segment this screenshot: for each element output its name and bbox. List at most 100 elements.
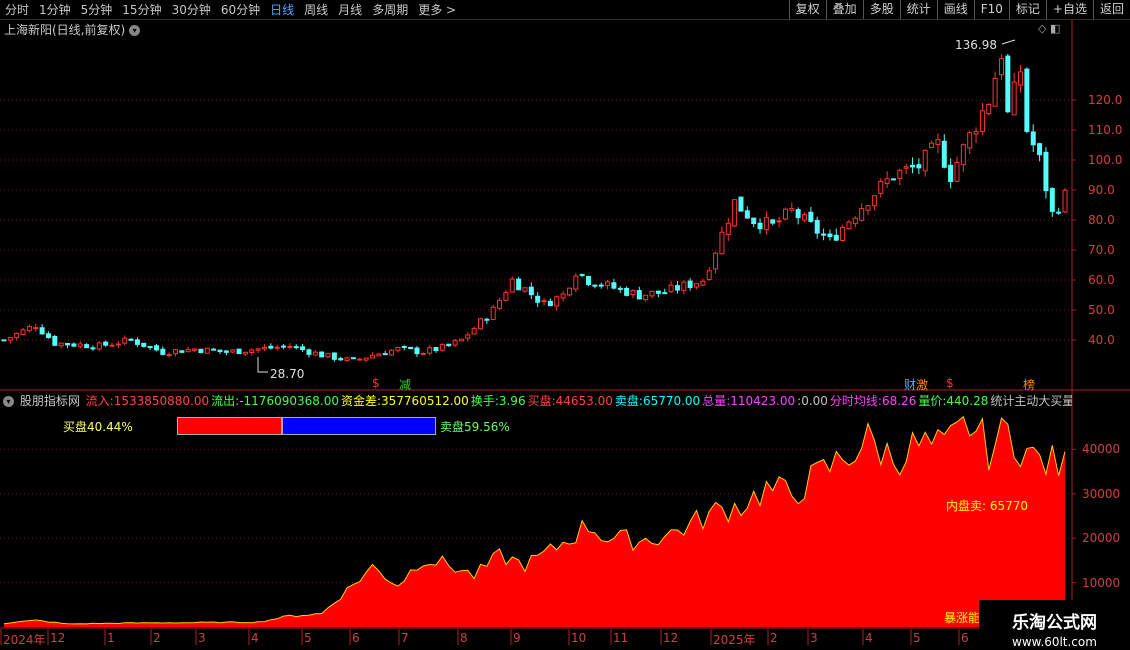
sell-ratio-bar bbox=[282, 417, 436, 435]
candle-body bbox=[458, 338, 464, 342]
candle-body bbox=[776, 220, 782, 223]
chevron-down-icon[interactable]: ▾ bbox=[3, 396, 14, 407]
candle-body bbox=[52, 335, 58, 346]
indicator-field-value: 65770.00 bbox=[642, 394, 701, 407]
date-tick-label: 2 bbox=[153, 631, 161, 645]
indicator-field-label: 买盘: bbox=[527, 394, 556, 407]
candle-body bbox=[1043, 151, 1049, 192]
candle-body bbox=[1018, 71, 1024, 86]
site-watermark: 乐淘公式网 www.60lt.com bbox=[979, 600, 1130, 650]
indicator-field-label: 总量: bbox=[702, 394, 731, 407]
candle-body bbox=[1005, 55, 1011, 113]
candle-body bbox=[204, 347, 210, 354]
candle-body bbox=[179, 350, 185, 353]
event-marker[interactable]: 财 bbox=[904, 376, 916, 393]
candle-body bbox=[859, 207, 865, 221]
candle-body bbox=[115, 343, 121, 346]
candle-body bbox=[833, 234, 839, 241]
candle-body bbox=[249, 349, 255, 354]
candle-body bbox=[446, 343, 452, 347]
candle-body bbox=[655, 290, 661, 294]
candle-body bbox=[84, 344, 90, 349]
candle-body bbox=[147, 346, 153, 349]
candle-body bbox=[700, 280, 706, 286]
indicator-field-value: 3.96 bbox=[498, 394, 526, 407]
price-tick-label: 80.0 bbox=[1088, 213, 1115, 227]
indicator-field-label: 统计主动大买量: bbox=[990, 394, 1072, 407]
candle-body bbox=[401, 345, 407, 348]
candle-body bbox=[26, 326, 32, 332]
event-marker[interactable]: 榜 bbox=[1023, 376, 1035, 393]
candle-body bbox=[674, 285, 680, 291]
indicator-field-value: 44653.00 bbox=[555, 394, 613, 407]
candle-body bbox=[910, 164, 916, 168]
event-marker[interactable]: 减 bbox=[399, 376, 411, 393]
event-marker[interactable]: $ bbox=[946, 376, 954, 390]
candle-body bbox=[586, 275, 592, 286]
price-tick-label: 60.0 bbox=[1088, 273, 1115, 287]
candle-body bbox=[1049, 188, 1055, 212]
candle-body bbox=[948, 164, 954, 183]
price-tick-label: 90.0 bbox=[1088, 183, 1115, 197]
volume-tick-label: 40000 bbox=[1082, 442, 1121, 457]
candle-body bbox=[39, 327, 45, 335]
candle-body bbox=[312, 351, 318, 356]
candle-body bbox=[890, 178, 896, 181]
candle-body bbox=[725, 222, 731, 236]
event-marker[interactable]: 激 bbox=[916, 376, 928, 393]
candle-body bbox=[522, 287, 528, 292]
candle-body bbox=[58, 342, 64, 347]
candle-body bbox=[331, 352, 337, 360]
candle-body bbox=[789, 207, 795, 211]
indicator-field-value: 1533850880.00 bbox=[113, 394, 210, 407]
candle-body bbox=[827, 233, 833, 238]
indicator-field-label: 流出: bbox=[211, 394, 240, 407]
volume-tick-label: 30000 bbox=[1082, 486, 1121, 501]
candle-body bbox=[922, 149, 928, 172]
date-tick-label: 5 bbox=[304, 631, 312, 645]
indicator-field-label: 量价: bbox=[918, 394, 947, 407]
date-tick-label: 2 bbox=[770, 631, 778, 645]
candle-body bbox=[223, 350, 229, 353]
price-tick-label: 100.0 bbox=[1088, 153, 1123, 167]
indicator-name[interactable]: 股朋指标网 bbox=[20, 394, 80, 407]
candle-body bbox=[45, 333, 51, 339]
candle-body bbox=[1062, 189, 1068, 213]
candle-body bbox=[630, 289, 636, 296]
candle-body bbox=[141, 342, 147, 347]
candle-body bbox=[497, 299, 503, 309]
volume-tick-label: 10000 bbox=[1082, 575, 1121, 590]
candle-body bbox=[897, 169, 903, 179]
candle-body bbox=[71, 343, 77, 347]
candle-body bbox=[541, 300, 547, 303]
candle-body bbox=[941, 140, 947, 168]
candle-body bbox=[433, 347, 439, 351]
buy-ratio-label: 买盘40.44% bbox=[63, 420, 133, 434]
indicator-field-value: 357760512.00 bbox=[381, 394, 469, 407]
date-tick-label: 7 bbox=[401, 631, 409, 645]
candle-body bbox=[376, 353, 382, 357]
candle-body bbox=[420, 352, 426, 355]
candle-body bbox=[617, 287, 623, 290]
candle-body bbox=[662, 292, 668, 295]
indicator-header: ▾ 股朋指标网 流入:1533850880.00 流出:-1176090368.0… bbox=[0, 392, 1072, 407]
candle-body bbox=[134, 339, 140, 345]
candle-body bbox=[986, 103, 992, 115]
indicator-field-label: 资金差: bbox=[340, 394, 382, 407]
watermark-url: www.60lt.com bbox=[1012, 635, 1097, 649]
low-annotation: 28.70 bbox=[270, 367, 305, 381]
date-tick-label: 4 bbox=[251, 631, 259, 645]
candle-body bbox=[649, 290, 655, 297]
candle-body bbox=[840, 226, 846, 241]
watermark-title: 乐淘公式网 bbox=[1012, 613, 1097, 633]
candle-body bbox=[166, 353, 172, 356]
event-marker[interactable]: $ bbox=[372, 376, 380, 390]
surge-label: 暴涨能 bbox=[944, 611, 981, 625]
candle-body bbox=[770, 219, 776, 224]
candle-body bbox=[96, 342, 102, 350]
candle-body bbox=[935, 139, 941, 146]
candle-body bbox=[1056, 211, 1062, 214]
candle-body bbox=[1037, 143, 1043, 156]
candle-body bbox=[960, 144, 966, 166]
candle-body bbox=[706, 270, 712, 280]
